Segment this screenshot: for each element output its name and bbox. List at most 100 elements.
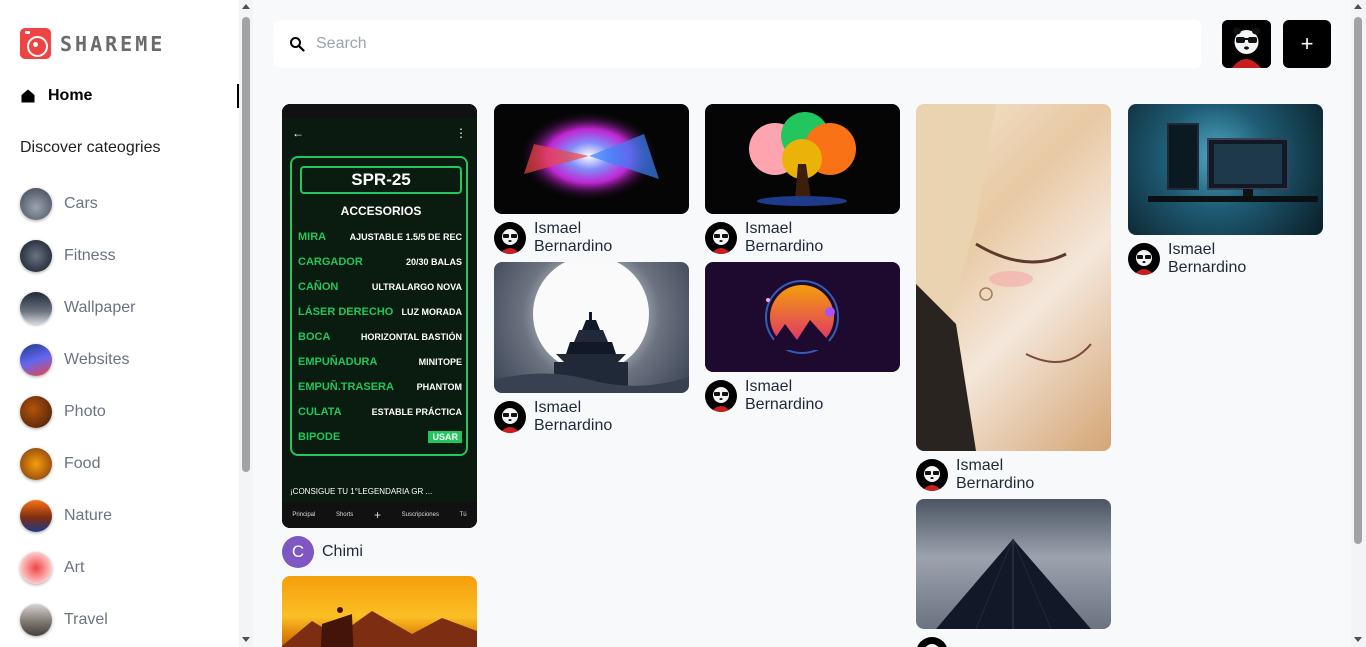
panda-avatar-icon <box>1128 243 1160 275</box>
panda-avatar-icon <box>494 222 526 254</box>
category-label: Food <box>64 455 101 472</box>
loadout-row: LÁSER DERECHO LUZ MORADA <box>298 305 462 318</box>
scroll-up-arrow-icon[interactable] <box>242 4 250 9</box>
panda-avatar-icon <box>916 459 948 491</box>
author-name: Ismael Bernardino <box>534 399 613 434</box>
color-explosion-image <box>519 111 659 201</box>
pin-author[interactable]: Ismael Bernardino <box>494 399 613 434</box>
back-arrow-icon: ← <box>292 126 304 140</box>
phone-tab: Suscripciones <box>401 512 439 518</box>
loadout-row: CAÑON ULTRALARGO NOVA <box>298 280 462 293</box>
pin-image[interactable] <box>705 262 900 372</box>
pin-image[interactable] <box>282 576 477 647</box>
phone-tab: Tú <box>459 512 467 518</box>
panda-avatar-icon <box>1222 20 1271 68</box>
nav-home[interactable]: Home <box>20 84 239 108</box>
phone-tab: Principal <box>292 512 316 518</box>
pin-author[interactable]: Ismael Bernardino <box>1128 241 1247 276</box>
author-name: Ismael Bernardino <box>956 457 1035 492</box>
category-list: Cars Fitness Wallpaper Websites Photo Fo… <box>20 178 235 646</box>
search-input[interactable] <box>316 35 1176 53</box>
category-item-photo[interactable]: Photo <box>20 386 235 438</box>
category-thumbnail <box>20 552 52 584</box>
app-logo[interactable]: SHAREME <box>20 28 165 59</box>
category-label: Art <box>64 559 85 576</box>
category-item-travel[interactable]: Travel <box>20 594 235 646</box>
phone-tab-bar: Principal Shorts + Suscripciones Tú <box>282 502 477 528</box>
more-icon: ⋮ <box>455 126 467 140</box>
phone-status-bar <box>282 104 477 118</box>
add-pin-button[interactable]: + <box>1283 20 1331 68</box>
category-thumbnail <box>20 604 52 636</box>
pin-image[interactable] <box>494 262 689 393</box>
loadout-row: BIPODE USAR <box>298 424 462 449</box>
panda-avatar-icon <box>705 380 737 412</box>
pin-author[interactable]: C Chimi <box>282 536 363 568</box>
search-icon <box>290 37 305 52</box>
synthwave-planet-image <box>765 280 839 354</box>
pin-image[interactable] <box>494 104 689 214</box>
discover-heading: Discover cateogries <box>20 139 161 156</box>
pin-author[interactable]: Ismael Bernardino <box>494 220 613 255</box>
panda-avatar-icon <box>705 222 737 254</box>
category-thumbnail <box>20 188 52 220</box>
scroll-down-arrow-icon[interactable] <box>1354 637 1362 642</box>
pin-image[interactable]: ← ⋮ SPR-25 ACCESORIOS MIRA AJUSTABLE 1.5/… <box>282 104 477 528</box>
phone-tab: + <box>373 508 381 522</box>
category-label: Websites <box>64 351 130 368</box>
loadout-row: CARGADOR 20/30 BALAS <box>298 255 462 268</box>
author-name: Ismael Bernardino <box>745 378 824 413</box>
main-scrollbar[interactable] <box>1351 0 1366 647</box>
pin-image[interactable] <box>916 499 1111 629</box>
scroll-up-arrow-icon[interactable] <box>1354 4 1362 9</box>
desk-setup-image <box>1148 123 1318 202</box>
pin-author[interactable]: Ismael Bernardino <box>705 220 823 255</box>
loadout-rows: MIRA AJUSTABLE 1.5/5 DE REC CARGADOR 20/30… <box>298 224 462 449</box>
colorful-tree-image <box>749 112 856 206</box>
category-item-cars[interactable]: Cars <box>20 178 235 230</box>
loadout-row: MIRA AJUSTABLE 1.5/5 DE REC <box>298 230 462 243</box>
sidebar-scrollbar[interactable] <box>239 0 253 647</box>
category-item-nature[interactable]: Nature <box>20 490 235 542</box>
pin-author[interactable]: Ismael Bernardino <box>916 457 1035 492</box>
author-name: Ismael Bernardino <box>1168 241 1247 276</box>
loadout-row: BOCA HORIZONTAL BASTIÓN <box>298 330 462 343</box>
author-name: Chimi <box>322 543 363 560</box>
category-label: Wallpaper <box>64 299 136 316</box>
author-name: Ismael Bernardino <box>534 220 613 255</box>
sunset-landscape-image <box>282 607 477 647</box>
pin-image[interactable] <box>705 104 900 214</box>
pin-author[interactable]: Ismael Bernardino <box>705 378 824 413</box>
nav-home-label: Home <box>48 87 93 104</box>
category-label: Photo <box>64 403 106 420</box>
category-thumbnail <box>20 344 52 376</box>
category-item-wallpaper[interactable]: Wallpaper <box>20 282 235 334</box>
panda-avatar-icon <box>916 637 948 647</box>
pin-author[interactable] <box>916 637 956 647</box>
scroll-down-arrow-icon[interactable] <box>242 637 250 642</box>
scrollbar-thumb[interactable] <box>242 17 250 472</box>
pin-image[interactable] <box>916 104 1111 451</box>
scrollbar-thumb[interactable] <box>1354 17 1362 544</box>
loadout-subtitle: ACCESORIOS <box>340 204 422 218</box>
category-label: Travel <box>64 611 108 628</box>
skyscraper-image <box>936 538 1091 629</box>
loadout-title: SPR-25 <box>300 166 462 194</box>
pin-image[interactable] <box>1128 104 1323 235</box>
category-item-food[interactable]: Food <box>20 438 235 490</box>
category-item-art[interactable]: Art <box>20 542 235 594</box>
loadout-panel: SPR-25 ACCESORIOS MIRA AJUSTABLE 1.5/5 DE… <box>290 156 468 456</box>
user-profile-button[interactable] <box>1222 20 1271 68</box>
category-thumbnail <box>20 240 52 272</box>
phone-tab: Shorts <box>335 512 354 518</box>
loadout-row: EMPUÑADURA MINITOPE <box>298 355 462 368</box>
camera-icon <box>20 28 51 59</box>
search-bar[interactable] <box>274 20 1201 68</box>
category-item-fitness[interactable]: Fitness <box>20 230 235 282</box>
category-item-websites[interactable]: Websites <box>20 334 235 386</box>
home-icon <box>21 89 35 103</box>
author-avatar: C <box>282 536 314 568</box>
category-label: Nature <box>64 507 113 524</box>
category-label: Fitness <box>64 247 116 264</box>
category-thumbnail <box>20 448 52 480</box>
